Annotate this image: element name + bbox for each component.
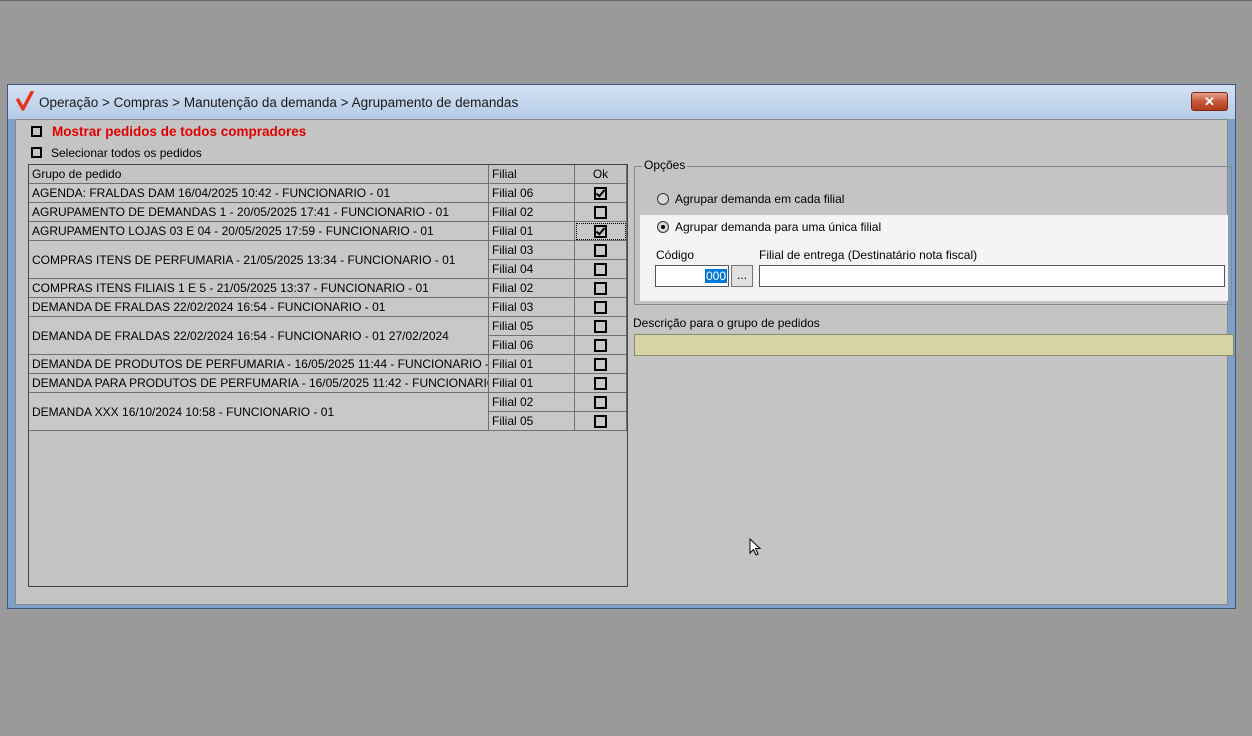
- table-cell-filial[interactable]: Filial 03: [489, 298, 575, 317]
- filial-entrega-label: Filial de entrega (Destinatário nota fis…: [759, 248, 978, 262]
- column-header[interactable]: Ok: [575, 165, 627, 184]
- ok-checkbox[interactable]: [594, 339, 607, 352]
- close-button[interactable]: ✕: [1191, 92, 1228, 111]
- descricao-input[interactable]: [634, 334, 1234, 356]
- table-cell-filial[interactable]: Filial 02: [489, 279, 575, 298]
- table-cell-ok[interactable]: [575, 317, 627, 336]
- ok-checkbox[interactable]: [594, 282, 607, 295]
- table-cell-filial[interactable]: Filial 04: [489, 260, 575, 279]
- table-row-group[interactable]: COMPRAS ITENS DE PERFUMARIA - 21/05/2025…: [29, 241, 489, 279]
- table-cell-filial[interactable]: Filial 05: [489, 412, 575, 431]
- table-cell-filial[interactable]: Filial 06: [489, 336, 575, 355]
- show-all-buyers-label[interactable]: Mostrar pedidos de todos compradores: [52, 124, 306, 139]
- table-cell-ok[interactable]: [575, 222, 627, 241]
- ok-checkbox[interactable]: [594, 320, 607, 333]
- table-cell-filial[interactable]: Filial 01: [489, 222, 575, 241]
- descricao-label: Descrição para o grupo de pedidos: [633, 316, 820, 330]
- ok-checkbox[interactable]: [594, 225, 607, 238]
- table-cell-filial[interactable]: Filial 06: [489, 184, 575, 203]
- table-row-group[interactable]: DEMANDA DE FRALDAS 22/02/2024 16:54 - FU…: [29, 317, 489, 355]
- table-cell-ok[interactable]: [575, 393, 627, 412]
- column-header[interactable]: Filial: [489, 165, 575, 184]
- table-cell-ok[interactable]: [575, 260, 627, 279]
- codigo-input[interactable]: 000: [655, 265, 729, 287]
- ok-checkbox[interactable]: [594, 206, 607, 219]
- dialog-window: Operação > Compras > Manutenção da deman…: [7, 84, 1236, 609]
- orders-grid[interactable]: Grupo de pedido Filial Ok AGENDA: FRALDAS D…: [28, 164, 628, 587]
- table-cell-filial[interactable]: Filial 02: [489, 393, 575, 412]
- window-title: Operação > Compras > Manutenção da deman…: [39, 95, 519, 110]
- table-row-group[interactable]: DEMANDA DE PRODUTOS DE PERFUMARIA - 16/0…: [29, 355, 489, 374]
- table-row-group[interactable]: COMPRAS ITENS FILIAIS 1 E 5 - 21/05/2025…: [29, 279, 489, 298]
- close-icon: ✕: [1204, 94, 1215, 109]
- show-all-buyers-checkbox[interactable]: [31, 126, 42, 137]
- options-legend: Opções: [642, 158, 688, 172]
- table-row-group[interactable]: DEMANDA XXX 16/10/2024 10:58 - FUNCIONAR…: [29, 393, 489, 431]
- ok-checkbox[interactable]: [594, 187, 607, 200]
- column-header[interactable]: Grupo de pedido: [29, 165, 489, 184]
- select-all-label[interactable]: Selecionar todos os pedidos: [51, 146, 202, 160]
- ok-checkbox[interactable]: [594, 358, 607, 371]
- radio-each-branch-label[interactable]: Agrupar demanda em cada filial: [675, 192, 844, 206]
- table-row-group[interactable]: DEMANDA PARA PRODUTOS DE PERFUMARIA - 16…: [29, 374, 489, 393]
- select-all-checkbox[interactable]: [31, 147, 42, 158]
- table-cell-ok[interactable]: [575, 336, 627, 355]
- app-logo-icon: [16, 91, 34, 111]
- table-cell-ok[interactable]: [575, 374, 627, 393]
- ok-checkbox[interactable]: [594, 244, 607, 257]
- table-row-group[interactable]: AGRUPAMENTO DE DEMANDAS 1 - 20/05/2025 1…: [29, 203, 489, 222]
- codigo-label: Código: [656, 248, 695, 262]
- codigo-value: 000: [704, 269, 727, 283]
- ok-checkbox[interactable]: [594, 263, 607, 276]
- filial-entrega-input[interactable]: [759, 265, 1225, 287]
- table-cell-filial[interactable]: Filial 01: [489, 374, 575, 393]
- table-cell-ok[interactable]: [575, 298, 627, 317]
- codigo-lookup-button[interactable]: ...: [731, 265, 753, 287]
- table-cell-ok[interactable]: [575, 241, 627, 260]
- title-bar[interactable]: Operação > Compras > Manutenção da deman…: [8, 85, 1235, 119]
- table-cell-ok[interactable]: [575, 203, 627, 222]
- dialog-client-area: Mostrar pedidos de todos compradores Sel…: [15, 119, 1234, 605]
- table-cell-filial[interactable]: Filial 05: [489, 317, 575, 336]
- ok-checkbox[interactable]: [594, 301, 607, 314]
- table-cell-ok[interactable]: [575, 412, 627, 431]
- screen-top-line: [0, 0, 1252, 1]
- table-row-group[interactable]: AGENDA: FRALDAS DAM 16/04/2025 10:42 - F…: [29, 184, 489, 203]
- ok-checkbox[interactable]: [594, 415, 607, 428]
- radio-single-branch[interactable]: [657, 221, 669, 233]
- mouse-cursor-icon: [749, 538, 762, 556]
- table-cell-filial[interactable]: Filial 02: [489, 203, 575, 222]
- table-row-group[interactable]: AGRUPAMENTO LOJAS 03 E 04 - 20/05/2025 1…: [29, 222, 489, 241]
- table-cell-filial[interactable]: Filial 01: [489, 355, 575, 374]
- ok-checkbox[interactable]: [594, 396, 607, 409]
- table-cell-ok[interactable]: [575, 184, 627, 203]
- radio-single-branch-label[interactable]: Agrupar demanda para uma única filial: [675, 220, 881, 234]
- ok-checkbox[interactable]: [594, 377, 607, 390]
- table-row-group[interactable]: DEMANDA DE FRALDAS 22/02/2024 16:54 - FU…: [29, 298, 489, 317]
- table-cell-ok[interactable]: [575, 355, 627, 374]
- radio-each-branch[interactable]: [657, 193, 669, 205]
- table-cell-filial[interactable]: Filial 03: [489, 241, 575, 260]
- table-cell-ok[interactable]: [575, 279, 627, 298]
